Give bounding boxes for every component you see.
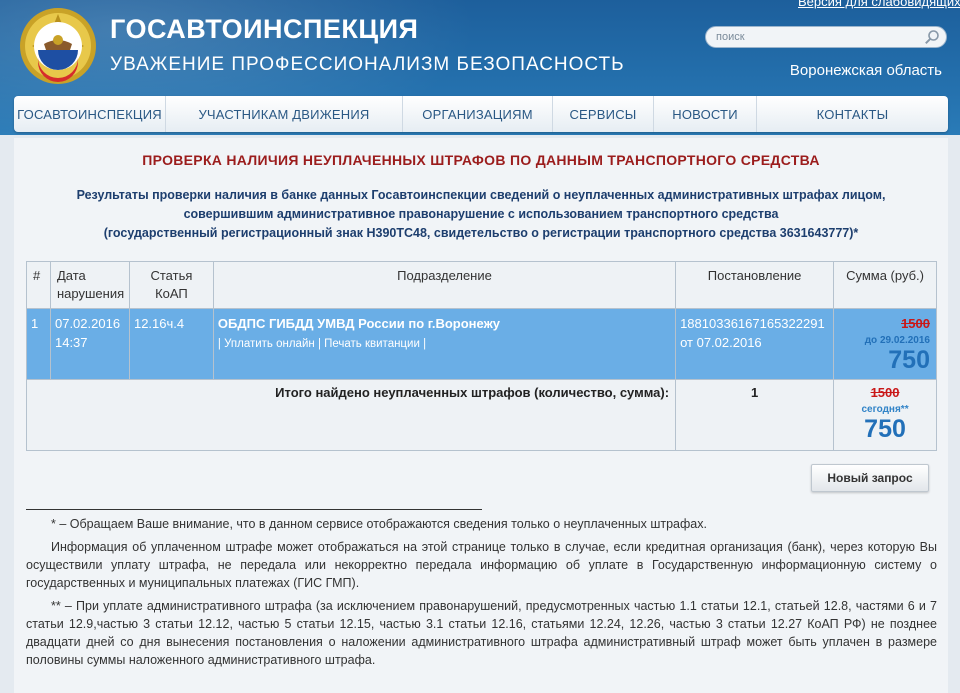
pay-online-link[interactable]: | Уплатить онлайн [218,338,315,350]
intro-line: Результаты проверки наличия в банке данн… [76,188,886,202]
new-request-button[interactable]: Новый запрос [811,464,929,492]
search-input[interactable] [706,27,906,47]
table-row: 1 07.02.2016 14:37 12.16ч.4 ОБДПС ГИБДД … [26,308,937,380]
print-receipt-link[interactable]: | Печать квитанции | [318,338,426,350]
row-date: 07.02.2016 14:37 [49,308,130,380]
site-motto: УВАЖЕНИЕ ПРОФЕССИОНАЛИЗМ БЕЗОПАСНОСТЬ [110,54,625,75]
nav-item-contacts[interactable]: КОНТАКТЫ [757,96,948,132]
nav-item-services[interactable]: СЕРВИСЫ [553,96,654,132]
row-num: 1 [26,308,51,380]
fines-table: # Дата нарушения Статья КоАП Подразделен… [25,261,937,451]
total-amount: 1500 сегодня** 750 [833,379,937,451]
nav-item-organizations[interactable]: ОРГАНИЗАЦИЯМ [403,96,553,132]
intro-line: (государственный регистрационный знак Н3… [103,226,859,240]
header-date: Дата нарушения [49,261,130,309]
notes-divider [26,509,482,510]
main-content: ПРОВЕРКА НАЛИЧИЯ НЕУПЛАЧЕННЫХ ШТРАФОВ ПО… [14,138,948,693]
nav-item-news[interactable]: НОВОСТИ [654,96,757,132]
header-department: Подразделение [212,261,677,309]
header-amount: Сумма (руб.) [833,261,937,309]
gai-emblem-icon[interactable] [18,6,98,86]
violation-time: 14:37 [54,335,88,350]
total-label: Итого найдено неуплаченных штрафов (коли… [25,379,677,451]
decree-date: от 07.02.2016 [680,335,762,350]
results-intro: Результаты проверки наличия в банке данн… [34,186,928,243]
row-decree: 18810336167165322291 от 07.02.2016 [675,308,835,380]
total-old-amount: 1500 [870,385,900,400]
decree-number: 18810336167165322291 [680,316,825,331]
row-actions: | Уплатить онлайн | Печать квитанции | [218,335,671,354]
row-amount: 1500 до 29.02.2016 750 [833,308,937,380]
total-row: Итого найдено неуплаченных штрафов (коли… [25,379,937,451]
site-title[interactable]: ГОСАВТОИНСПЕКЦИЯ [110,14,418,45]
violation-date: 07.02.2016 [54,316,121,331]
old-amount: 1500 [901,316,930,331]
nav-item-gosavtoinspekciya[interactable]: ГОСАВТОИНСПЕКЦИЯ [14,96,166,132]
table-header-row: # Дата нарушения Статья КоАП Подразделен… [26,261,937,309]
nav-item-traffic-participants[interactable]: УЧАСТНИКАМ ДВИЖЕНИЯ [166,96,403,132]
discounted-amount: 750 [888,346,930,374]
total-new-amount: 750 [864,415,906,443]
row-department: ОБДПС ГИБДД УМВД России по г.Воронежу | … [212,308,677,380]
footnotes: * – Обращаем Ваше внимание, что в данном… [26,515,937,674]
accessible-version-link[interactable]: Версия для слабовидящих [798,0,960,9]
search-icon[interactable] [924,29,940,45]
header-article: Статья КоАП [128,261,214,309]
header-num: # [26,261,51,309]
department-name: ОБДПС ГИБДД УМВД России по г.Воронежу [217,316,501,331]
region-label[interactable]: Воронежская область [790,62,942,79]
intro-line: совершившим административное правонаруше… [183,207,779,221]
search-box [705,26,947,48]
footnote: ** – При уплате административного штрафа… [26,599,937,667]
footnote: * – Обращаем Ваше внимание, что в данном… [51,517,707,531]
row-article: 12.16ч.4 [128,308,214,380]
footnote: Информация об уплаченном штрафе может от… [26,540,937,590]
page-title: ПРОВЕРКА НАЛИЧИЯ НЕУПЛАЧЕННЫХ ШТРАФОВ ПО… [142,152,820,168]
main-nav: ГОСАВТОИНСПЕКЦИЯ УЧАСТНИКАМ ДВИЖЕНИЯ ОРГ… [14,96,948,132]
total-count: 1 [675,379,835,451]
header-decree: Постановление [675,261,835,309]
